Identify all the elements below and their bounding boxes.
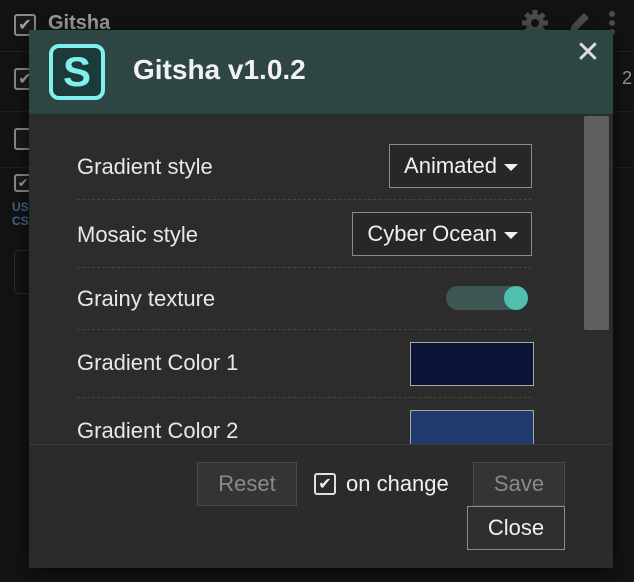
settings-scrollbar[interactable] xyxy=(580,114,613,444)
grainy-texture-toggle[interactable] xyxy=(446,286,528,310)
setting-mosaic-style: Mosaic style Cyber Ocean xyxy=(77,200,532,268)
on-change-option[interactable]: ✔ on change xyxy=(314,471,449,497)
setting-label: Gradient Color 2 xyxy=(77,418,239,443)
save-button[interactable]: Save xyxy=(473,462,565,506)
dialog-footer: Reset ✔ on change Save Close xyxy=(29,444,613,568)
setting-gradient-style: Gradient style Animated xyxy=(77,132,532,200)
setting-label: Gradient Color 1 xyxy=(77,350,239,375)
toggle-knob xyxy=(504,286,528,310)
on-change-label: on change xyxy=(346,471,449,496)
setting-grainy-texture: Grainy texture xyxy=(77,268,532,330)
select-value: Cyber Ocean xyxy=(367,221,497,246)
reset-button[interactable]: Reset xyxy=(197,462,297,506)
gradient-color-2-swatch[interactable] xyxy=(410,410,534,444)
select-value: Animated xyxy=(404,153,497,178)
close-button[interactable]: Close xyxy=(467,506,565,550)
setting-gradient-color-2: Gradient Color 2 xyxy=(77,398,534,444)
close-icon[interactable]: ✕ xyxy=(573,38,603,68)
setting-gradient-color-1: Gradient Color 1 xyxy=(77,330,534,398)
scrollbar-thumb[interactable] xyxy=(584,116,609,330)
setting-label: Gradient style xyxy=(77,154,213,179)
dialog-title: Gitsha v1.0.2 xyxy=(133,54,306,85)
on-change-checkbox[interactable]: ✔ xyxy=(314,473,336,495)
chevron-down-icon xyxy=(504,232,518,239)
gradient-style-select[interactable]: Animated xyxy=(389,144,532,188)
svg-text:S: S xyxy=(63,48,91,95)
setting-label: Grainy texture xyxy=(77,286,216,311)
settings-panel: Gradient style Animated Mosaic style Cyb… xyxy=(29,114,613,444)
setting-label: Mosaic style xyxy=(77,222,199,247)
gitsha-logo-icon: S xyxy=(47,42,107,102)
gradient-color-1-swatch[interactable] xyxy=(410,342,534,386)
mosaic-style-select[interactable]: Cyber Ocean xyxy=(352,212,532,256)
chevron-down-icon xyxy=(504,164,518,171)
settings-dialog: S Gitsha v1.0.2 ✕ Gradient style Animate… xyxy=(29,30,613,568)
dialog-header: S Gitsha v1.0.2 ✕ xyxy=(29,30,613,114)
